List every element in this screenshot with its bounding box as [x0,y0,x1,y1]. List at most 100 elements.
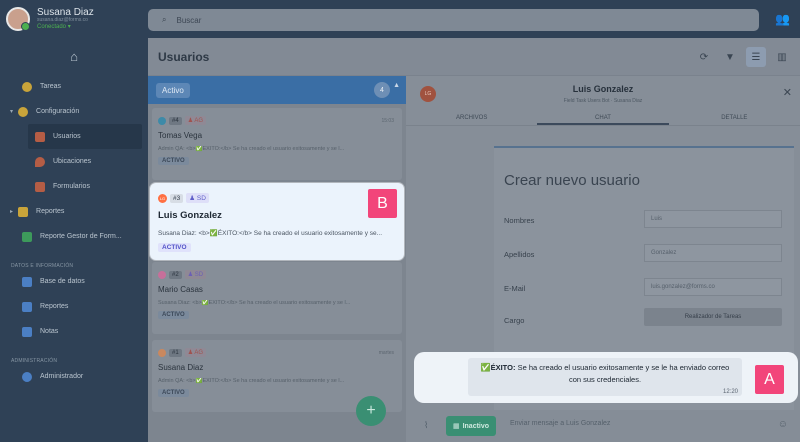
assignee-tag: ♟ AG [184,348,207,357]
assignee-tag: ♟ SD [184,270,207,279]
list-item-message: Admin QA: <b>✅ÉXITO:</b> Se ha creado el… [158,146,345,152]
form-icon [35,181,45,192]
refresh-icon[interactable]: ⟳ [694,47,714,67]
cargo-select[interactable]: Realizador de Tareas [644,308,782,326]
inactive-button[interactable]: ▦ Inactivo [446,416,496,436]
list-item-message: Susana Diaz: <b>✅ÉXITO:</b> Se ha creado… [158,300,351,306]
timestamp: martes [378,350,394,356]
sidebar-item-reportes2[interactable]: Reportes [0,294,148,319]
assignee-tag: ♟ SD [186,193,209,203]
search-icon: ⌕ [162,15,167,24]
nombres-field[interactable]: Luis [644,210,782,228]
report-icon [18,206,29,217]
status-badge: ACTIVO [158,389,189,397]
location-icon [35,156,45,167]
email-label: E-Mail [504,284,526,293]
chevron-up-icon[interactable]: ▲ [393,82,400,89]
check-icon: ✅ [480,363,491,372]
avatar [158,270,166,279]
profile-status[interactable]: Conectado ▾ [37,24,94,30]
success-toast: ✅ÉXITO: Se ha creado el usuario exitosam… [414,352,798,403]
list-item-selected[interactable]: LG #3 ♟ SD Luis Gonzalez Susana Diaz: <b>✅… [150,183,404,260]
cargo-label: Cargo [504,316,525,325]
list-item[interactable]: #4 ♟ AG 15:03 Tomas Vega Admin QA: <b>✅ÉX… [152,108,402,180]
chart-icon [22,301,32,312]
sidebar-item-configuracion[interactable]: ▾ Configuración [0,99,148,124]
chevron-down-icon: ▾ [10,109,14,115]
marker-b: B [368,189,397,218]
ticket-number: #4 [169,116,182,125]
timestamp: 15:03 [381,118,394,124]
chat-input-bar: ⌇ ▦ Inactivo Enviar mensaje a Luis Gonzal… [406,410,800,442]
list-item[interactable]: #2 ♟ SD Mario Casas Susana Diaz: <b>✅ÉXIT… [152,262,402,334]
search-input[interactable]: ⌕ Buscar [148,9,759,31]
list-item-name: Mario Casas [158,285,203,294]
assignee-tag: ♟ AG [184,116,207,125]
avatar: LG [158,193,167,203]
attach-icon[interactable]: ⌇ [424,420,428,431]
toast-message: ✅ÉXITO: Se ha creado el usuario exitosam… [468,358,742,396]
database-icon [22,276,32,287]
list-item-message: Susana Diaz: <b>✅ÉXITO:</b> Se ha creado… [158,230,383,237]
sidebar-item-notas[interactable]: Notas [0,319,148,344]
marker-a: A [755,365,784,394]
filter-icon[interactable]: ▼ [720,47,740,67]
sidebar-item-tareas[interactable]: Tareas [0,74,148,99]
message-input[interactable]: Enviar mensaje a Luis Gonzalez [510,420,610,427]
status-badge: ACTIVO [158,157,189,165]
add-button[interactable]: + [356,396,386,426]
sidebar: Susana Diaz susana.diaz@forms.co Conecta… [0,0,148,442]
toast-time: 12:20 [722,389,738,395]
detail-name: Luis Gonzalez [572,84,634,94]
close-icon[interactable]: ✕ [783,86,792,99]
status-badge: ACTIVO [158,243,191,252]
table-icon [22,231,32,242]
avatar [158,116,166,125]
nombres-label: Nombres [504,216,535,225]
ticket-number: #3 [170,193,184,203]
section-datos: DATOS E INFORMACIÓN [11,263,74,269]
form-title: Crear nuevo usuario [504,172,640,189]
notes-icon [22,326,32,337]
home-icon[interactable]: ⌂ [0,38,148,74]
cloud-icon [18,106,29,117]
apellidos-field[interactable]: Gonzalez [644,244,782,262]
users-group-icon[interactable]: 👥 [775,12,790,26]
list-item-name: Tomas Vega [158,131,203,140]
grid-icon: ▦ [452,423,460,430]
sidebar-item-usuarios[interactable]: Usuarios [28,124,142,149]
tab-chat[interactable]: CHAT [537,110,669,125]
sidebar-item-reporte-gestor[interactable]: Reporte Gestor de Form... [0,224,148,249]
list-item-name: Susana Diaz [158,363,204,372]
sidebar-item-base-datos[interactable]: Base de datos [0,269,148,294]
tab-detalle[interactable]: DETALLE [669,110,800,125]
admin-icon [22,371,32,382]
chevron-right-icon: ▸ [10,209,14,215]
list-item-message: Admin QA: <b>✅ÉXITO:</b> Se ha creado el… [158,378,345,384]
status-badge: ACTIVO [158,311,189,319]
sidebar-item-reportes[interactable]: ▸ Reportes [0,199,148,224]
emoji-icon[interactable]: ☺ [778,419,788,430]
status-filter[interactable]: Activo 4 [148,76,406,104]
page-title: Usuarios [158,50,210,64]
section-admin: ADMINISTRACIÓN [11,358,58,364]
sidebar-item-ubicaciones[interactable]: Ubicaciones [0,149,148,174]
sidebar-item-formularios[interactable]: Formularios [0,174,148,199]
tasks-icon [22,81,32,92]
filter-chip[interactable]: Activo [156,82,190,98]
users-icon [35,131,45,142]
detail-subtitle: Field Task Users Bot · Susana Diaz [563,98,643,104]
list-view-icon[interactable]: ☰ [746,47,766,67]
filter-count: 4 [374,82,390,98]
profile[interactable]: Susana Diaz susana.diaz@forms.co Conecta… [0,0,148,38]
email-field[interactable]: luis.gonzalez@forms.co [644,278,782,296]
topbar: ⌕ Buscar 👥 [148,0,800,38]
sidebar-item-administrador[interactable]: Administrador [0,364,148,389]
apellidos-label: Apellidos [504,250,535,259]
kanban-view-icon[interactable]: ▥ [772,47,792,67]
avatar [158,348,166,357]
tab-archivos[interactable]: ARCHIVOS [406,110,537,125]
list-item-name: Luis Gonzalez [158,210,222,221]
ticket-number: #1 [169,348,182,357]
ticket-number: #2 [169,270,182,279]
